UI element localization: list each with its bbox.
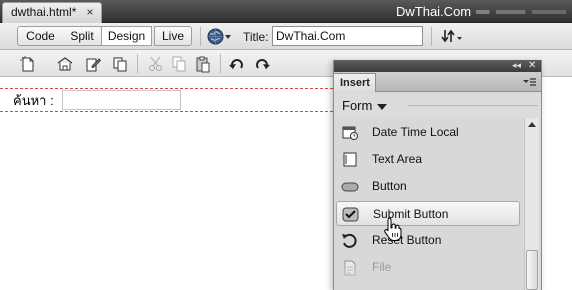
undo-icon[interactable] [228,55,246,73]
checkbox-checked-icon [342,207,359,222]
document-titlebar: dwthai.html* × DwThai.Com [0,0,572,23]
code-view-button[interactable]: Code [17,26,64,46]
panel-titlebar[interactable]: ◂◂ ✕ [334,60,541,72]
redo-icon[interactable] [253,55,271,73]
chevron-down-icon[interactable] [377,104,387,110]
calendar-clock-icon [342,126,358,140]
search-input[interactable] [62,90,181,110]
category-label: Form [342,98,373,113]
title-label: Title: [243,30,269,44]
insert-item-file[interactable]: File [336,255,520,280]
insert-panel: ◂◂ ✕ Insert Form Date Time Local Text Ar… [333,60,542,290]
toolbar-divider [431,27,432,46]
chevron-down-icon[interactable] [225,35,231,39]
globe-icon[interactable] [207,28,224,45]
divider [408,105,538,106]
toolbar-divider [200,27,201,46]
insert-item-reset-button[interactable]: Reset Button [336,228,520,253]
scroll-up-icon[interactable] [528,122,536,127]
window-title-path [476,10,566,14]
button-icon [341,182,359,192]
close-icon[interactable]: ✕ [528,60,536,71]
window-title: DwThai.Com [396,4,472,19]
panel-tabbar: Insert [334,72,541,92]
insert-item-submit-button[interactable]: Submit Button [336,201,520,226]
live-view-button[interactable]: Live [154,26,192,46]
file-sync-icon[interactable] [440,27,464,46]
cut-icon[interactable] [147,55,165,73]
insert-item-label: Date Time Local [372,125,459,139]
document-tab[interactable]: dwthai.html* × [2,2,102,23]
insert-item-label: Text Area [372,152,423,166]
toolbar-divider [137,54,138,73]
insert-items-list: Date Time Local Text Area Button Submit … [334,118,541,290]
insert-item-text-area[interactable]: Text Area [336,147,520,172]
tab-insert[interactable]: Insert [334,73,376,92]
page-title-input[interactable] [272,26,423,46]
category-dropdown[interactable]: Form [334,93,541,118]
insert-item-button[interactable]: Button [336,174,520,199]
reset-icon [342,233,357,248]
insert-item-date-time-local[interactable]: Date Time Local [336,120,520,145]
insert-item-label: File [372,260,392,274]
panel-scrollbar[interactable] [524,118,539,290]
open-file-icon[interactable] [56,55,74,73]
new-file-icon[interactable] [19,55,37,73]
file-icon [344,260,356,276]
hand-cursor-icon [384,217,402,241]
document-tab-label: dwthai.html* [11,5,77,19]
collapse-icon[interactable]: ◂◂ [512,60,521,71]
copy-icon[interactable] [170,55,188,73]
panel-menu-icon[interactable] [522,76,536,88]
insert-item-label: Button [372,179,407,193]
split-view-button[interactable]: Split [63,26,102,46]
form-outline-top [0,88,333,89]
scrollbar-thumb[interactable] [526,250,538,290]
design-view-button[interactable]: Design [101,26,152,46]
view-toolbar: Code Split Design Live Title: [0,23,572,50]
paste-icon[interactable] [194,55,212,73]
close-icon[interactable]: × [85,3,95,22]
text-area-icon [343,152,357,167]
toolbar-divider [220,54,221,73]
search-label: ค้นหา : [13,93,54,108]
form-outline-bottom [0,111,333,112]
edit-file-icon[interactable] [84,55,102,73]
copy-file-icon[interactable] [111,55,129,73]
